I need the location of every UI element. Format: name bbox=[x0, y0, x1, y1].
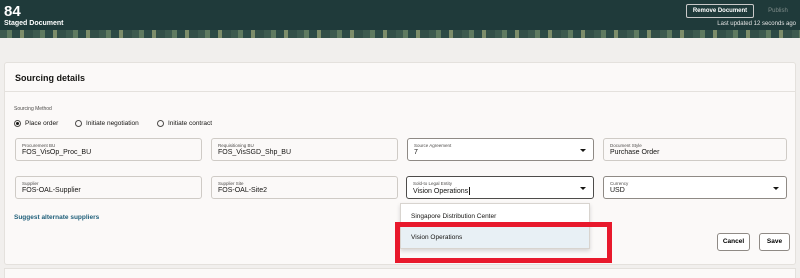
field-value: FOS_VisSGD_Shp_BU bbox=[218, 149, 292, 156]
supplier-field: Supplier FOS-OAL-Supplier bbox=[15, 176, 202, 199]
remove-document-button[interactable]: Remove Document bbox=[686, 4, 754, 18]
field-label: Requisitioning BU bbox=[218, 143, 254, 148]
radio-label: Place order bbox=[25, 120, 59, 127]
source-agreement-select[interactable]: Source Agreement 7 bbox=[407, 138, 594, 161]
radio-unselected-icon bbox=[75, 120, 82, 127]
currency-select[interactable]: Currency USD bbox=[603, 176, 787, 199]
document-number: 84 bbox=[4, 3, 21, 20]
sold-to-legal-entity-select[interactable]: Sold-to Legal Entity Vision Operations bbox=[406, 176, 594, 199]
field-label: Sold-to Legal Entity bbox=[413, 181, 453, 186]
field-label: Supplier bbox=[22, 181, 39, 186]
chevron-down-icon[interactable] bbox=[580, 149, 586, 152]
document-style-field: Document Style Purchase Order bbox=[603, 138, 787, 161]
sourcing-method-label: Sourcing Method bbox=[14, 106, 52, 112]
field-label: Procurement BU bbox=[22, 143, 56, 148]
supplier-site-field: Supplier Site FOS-OAL-Site2 bbox=[211, 176, 398, 199]
radio-selected-icon bbox=[14, 120, 21, 127]
field-value: FOS_VisOp_Proc_BU bbox=[22, 149, 92, 156]
section-divider bbox=[5, 91, 795, 92]
text-cursor bbox=[469, 187, 471, 195]
field-label: Document Style bbox=[610, 143, 642, 148]
radio-initiate-contract[interactable]: Initiate contract bbox=[157, 119, 212, 128]
radio-unselected-icon bbox=[157, 120, 164, 127]
field-value: USD bbox=[610, 187, 625, 194]
procurement-bu-field: Procurement BU FOS_VisOp_Proc_BU bbox=[15, 138, 202, 161]
chevron-down-icon[interactable] bbox=[580, 187, 586, 190]
field-value[interactable]: Vision Operations bbox=[413, 187, 471, 195]
requisitioning-bu-field: Requisitioning BU FOS_VisSGD_Shp_BU bbox=[211, 138, 398, 161]
field-label: Currency bbox=[610, 181, 629, 186]
header-banner-pattern bbox=[0, 30, 800, 38]
radio-initiate-negotiation[interactable]: Initiate negotiation bbox=[75, 119, 139, 128]
suggest-alternate-suppliers-link[interactable]: Suggest alternate suppliers bbox=[14, 214, 99, 221]
radio-label: Initiate negotiation bbox=[86, 120, 139, 127]
highlight-annotation-box bbox=[395, 222, 612, 263]
cancel-button[interactable]: Cancel bbox=[717, 233, 750, 251]
radio-label: Initiate contract bbox=[168, 120, 213, 127]
section-title: Sourcing details bbox=[15, 73, 86, 83]
radio-place-order[interactable]: Place order bbox=[14, 119, 58, 128]
field-value: Purchase Order bbox=[610, 149, 660, 156]
document-status: Staged Document bbox=[4, 20, 64, 27]
save-button[interactable]: Save bbox=[759, 233, 790, 251]
field-value: 7 bbox=[414, 149, 418, 156]
chevron-down-icon[interactable] bbox=[773, 187, 779, 190]
field-label: Supplier Site bbox=[218, 181, 244, 186]
field-label: Source Agreement bbox=[414, 143, 452, 148]
field-value: FOS-OAL-Site2 bbox=[218, 187, 268, 194]
field-value-text: Vision Operations bbox=[413, 187, 469, 195]
field-value: FOS-OAL-Supplier bbox=[22, 187, 81, 194]
publish-button[interactable]: Publish bbox=[760, 4, 796, 18]
next-section-card bbox=[4, 268, 796, 278]
page-header: 84 Staged Document Remove Document Publi… bbox=[0, 0, 800, 38]
last-updated-text: Last updated 12 seconds ago bbox=[717, 21, 796, 27]
